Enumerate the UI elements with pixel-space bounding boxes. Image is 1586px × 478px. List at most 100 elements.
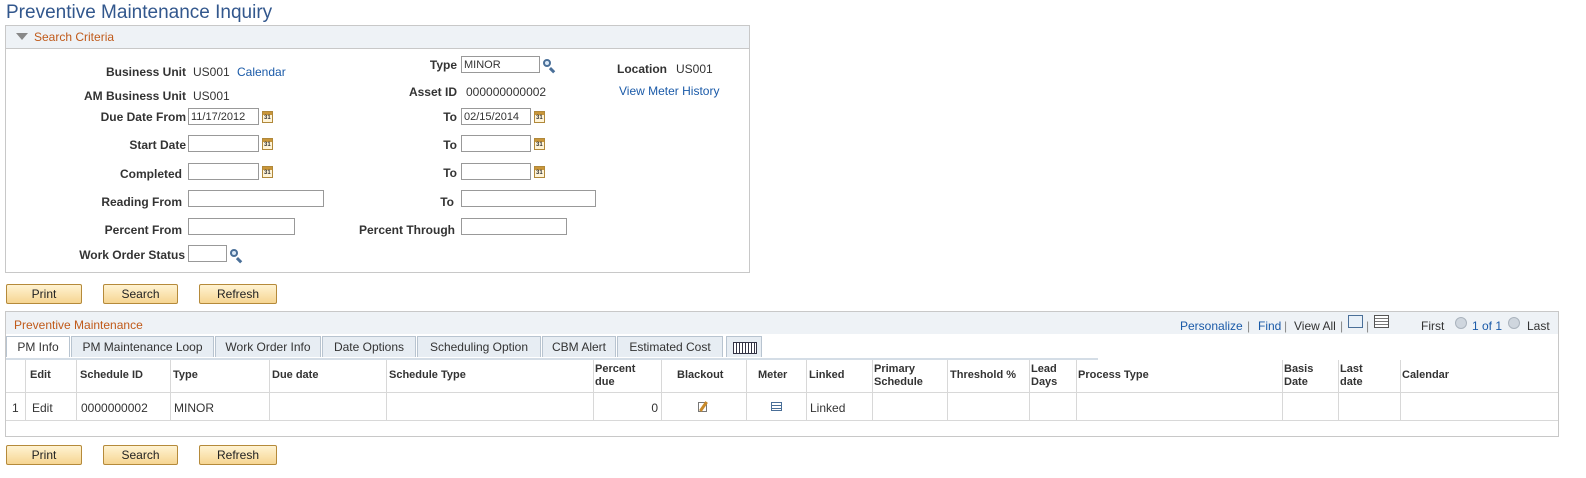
print-button-bottom[interactable]: Print [6,445,82,465]
tab-date-options[interactable]: Date Options [322,336,416,357]
tab-pm-info[interactable]: PM Info [6,336,70,357]
calendar-icon[interactable] [534,138,545,150]
previous-arrow-icon[interactable] [1455,317,1467,329]
col-basis-date-line1: Basis [1284,363,1314,375]
col-primary-schedule-line2: Schedule [874,376,923,388]
view-all-link[interactable]: View All [1294,319,1336,333]
am-business-unit-value: US001 [193,89,230,103]
search-criteria-title[interactable]: Search Criteria [34,30,114,44]
row-range-text: 1 of 1 [1472,319,1503,333]
calendar-icon[interactable] [534,111,545,123]
table-row [6,392,1558,421]
completed-to-label: To [443,166,457,180]
start-date-label: Start Date [129,138,186,152]
percent-through-label: Percent Through [358,223,455,237]
business-unit-value: US001 [193,65,230,79]
new-window-icon[interactable] [1348,315,1363,328]
row-number: 1 [12,401,19,415]
reading-from-label: Reading From [101,195,182,209]
tab-cbm-alert[interactable]: CBM Alert [542,336,616,357]
page-title: Preventive Maintenance Inquiry [6,2,273,23]
row-linked: Linked [810,401,846,415]
grid-download-icon[interactable] [1374,315,1389,328]
nav-separator: | [1366,319,1370,333]
first-link[interactable]: First [1421,319,1444,333]
search-criteria-header[interactable]: Search Criteria [6,26,749,49]
col-meter: Meter [758,369,788,381]
row-type: MINOR [174,401,214,415]
row-edit-link[interactable]: Edit [32,401,53,415]
reading-to-input[interactable] [461,190,596,207]
search-button[interactable]: Search [103,284,178,304]
col-primary-schedule-line1: Primary [874,363,915,375]
percent-through-input[interactable] [461,218,567,235]
work-order-status-label: Work Order Status [79,248,185,262]
asset-id-value: 000000000002 [466,85,547,99]
col-basis-date-line2: Date [1284,376,1308,388]
col-type: Type [173,369,198,381]
calendar-icon[interactable] [262,111,273,123]
calendar-icon[interactable] [262,138,273,150]
completed-to-input[interactable] [461,163,531,180]
col-lead-days-line2: Days [1031,376,1058,388]
nav-separator: | [1284,319,1288,333]
col-lead-days: Lead Days [1031,363,1057,389]
type-input[interactable] [461,56,540,73]
calendar-link[interactable]: Calendar [237,65,286,79]
tab-estimated-cost[interactable]: Estimated Cost [617,336,723,357]
show-all-columns-icon [733,342,757,354]
calendar-icon[interactable] [534,166,545,178]
col-calendar: Calendar [1402,369,1450,381]
next-arrow-icon[interactable] [1508,317,1520,329]
nav-separator: | [1247,319,1251,333]
due-date-from-label: Due Date From [100,110,186,124]
work-order-status-input[interactable] [188,245,227,262]
tab-pm-maintenance-loop[interactable]: PM Maintenance Loop [71,336,214,357]
last-link[interactable]: Last [1527,319,1550,333]
completed-label: Completed [119,167,182,181]
refresh-button[interactable]: Refresh [199,284,277,304]
due-date-to-input[interactable] [461,108,531,125]
grid-tabs: PM Info PM Maintenance Loop Work Order I… [6,336,1098,360]
col-basis-date: Basis Date [1284,363,1313,389]
col-percent-due-line1: Percent [595,363,636,375]
reading-from-input[interactable] [188,190,324,207]
type-label: Type [429,58,457,72]
col-percent-due-line2: due [595,376,615,388]
start-date-to-input[interactable] [461,135,531,152]
view-meter-history-link[interactable]: View Meter History [619,84,719,98]
start-date-to-label: To [443,138,457,152]
personalize-link[interactable]: Personalize [1180,319,1243,333]
start-date-from-input[interactable] [188,135,259,152]
calendar-icon[interactable] [262,166,273,178]
col-linked: Linked [809,369,845,381]
show-all-columns-tab[interactable] [726,336,762,357]
refresh-button-bottom[interactable]: Refresh [199,445,277,465]
tab-scheduling-option[interactable]: Scheduling Option [417,336,541,357]
location-label: Location [617,62,667,76]
am-business-unit-label: AM Business Unit [83,89,186,103]
asset-id-label: Asset ID [408,85,457,99]
completed-from-input[interactable] [188,163,259,180]
col-schedule-type: Schedule Type [389,369,466,381]
due-date-from-input[interactable] [188,108,259,125]
location-value: US001 [676,62,713,76]
meter-list-icon[interactable] [771,402,782,411]
tab-work-order-info[interactable]: Work Order Info [215,336,321,357]
print-button[interactable]: Print [6,284,82,304]
grid-header: Preventive Maintenance Personalize | Fin… [6,312,1558,334]
edit-check-icon[interactable] [697,400,711,413]
percent-from-label: Percent From [104,223,182,237]
col-percent-due: Percent due [595,363,635,389]
percent-from-input[interactable] [188,218,295,235]
row-percent-due: 0 [651,401,658,415]
type-lookup-icon[interactable] [542,58,556,74]
find-link[interactable]: Find [1258,319,1281,333]
due-date-to-label: To [443,110,457,124]
work-order-status-lookup-icon[interactable] [229,248,243,264]
collapse-triangle-icon[interactable] [16,33,28,40]
reading-to-label: To [440,195,454,209]
search-button-bottom[interactable]: Search [103,445,178,465]
grid-title: Preventive Maintenance [14,318,143,332]
col-primary-schedule: Primary Schedule [874,363,923,389]
